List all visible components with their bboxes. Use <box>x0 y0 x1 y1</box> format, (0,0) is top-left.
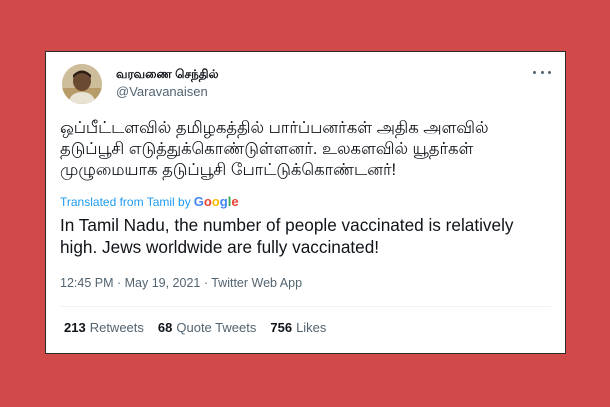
more-dot <box>540 70 544 74</box>
quote-tweets-count: 68 <box>157 320 173 335</box>
profile-photo <box>62 64 102 104</box>
translated-from-label: Translated from Tamil by <box>60 194 191 209</box>
more-dot <box>533 70 536 74</box>
google-letter: e <box>231 194 239 209</box>
translation-attribution[interactable]: Translated from Tamil by Google <box>60 194 239 209</box>
display-name[interactable]: வரவணை செந்தில் <box>116 67 219 83</box>
google-letter: o <box>211 194 220 209</box>
user-handle[interactable]: @Varavanaisen <box>116 84 208 99</box>
google-letter: g <box>219 194 228 209</box>
avatar[interactable] <box>62 64 102 104</box>
retweets-count: 213 <box>64 320 86 335</box>
tweet-text-original: ஒப்பீட்டளவில் தமிழகத்தில் பார்ப்பனர்கள் … <box>60 119 494 179</box>
engagement-stats: 213 Retweets 68 Quote Tweets 756 Likes <box>64 320 326 335</box>
quote-tweets-stat[interactable]: 68 Quote Tweets <box>158 320 256 335</box>
google-letter: o <box>203 194 212 209</box>
google-letter: G <box>193 194 204 209</box>
tweet-timestamp[interactable]: 12:45 PM · May 19, 2021 · Twitter Web Ap… <box>60 276 302 290</box>
retweets-label: Retweets <box>89 320 144 335</box>
more-options-icon[interactable] <box>533 66 551 78</box>
tweet-card: வரவணை செந்தில் @Varavanaisen ஒப்பீட்டளவி… <box>45 51 566 354</box>
more-dot <box>548 70 551 74</box>
tweet-translation: In Tamil Nadu, the number of people vacc… <box>60 215 514 257</box>
quote-tweets-label: Quote Tweets <box>176 320 257 335</box>
likes-stat[interactable]: 756 Likes <box>270 320 326 335</box>
google-logo: Google <box>194 194 239 209</box>
likes-label: Likes <box>296 320 327 335</box>
likes-count: 756 <box>270 320 293 335</box>
retweets-stat[interactable]: 213 Retweets <box>64 320 144 335</box>
divider <box>60 306 551 307</box>
